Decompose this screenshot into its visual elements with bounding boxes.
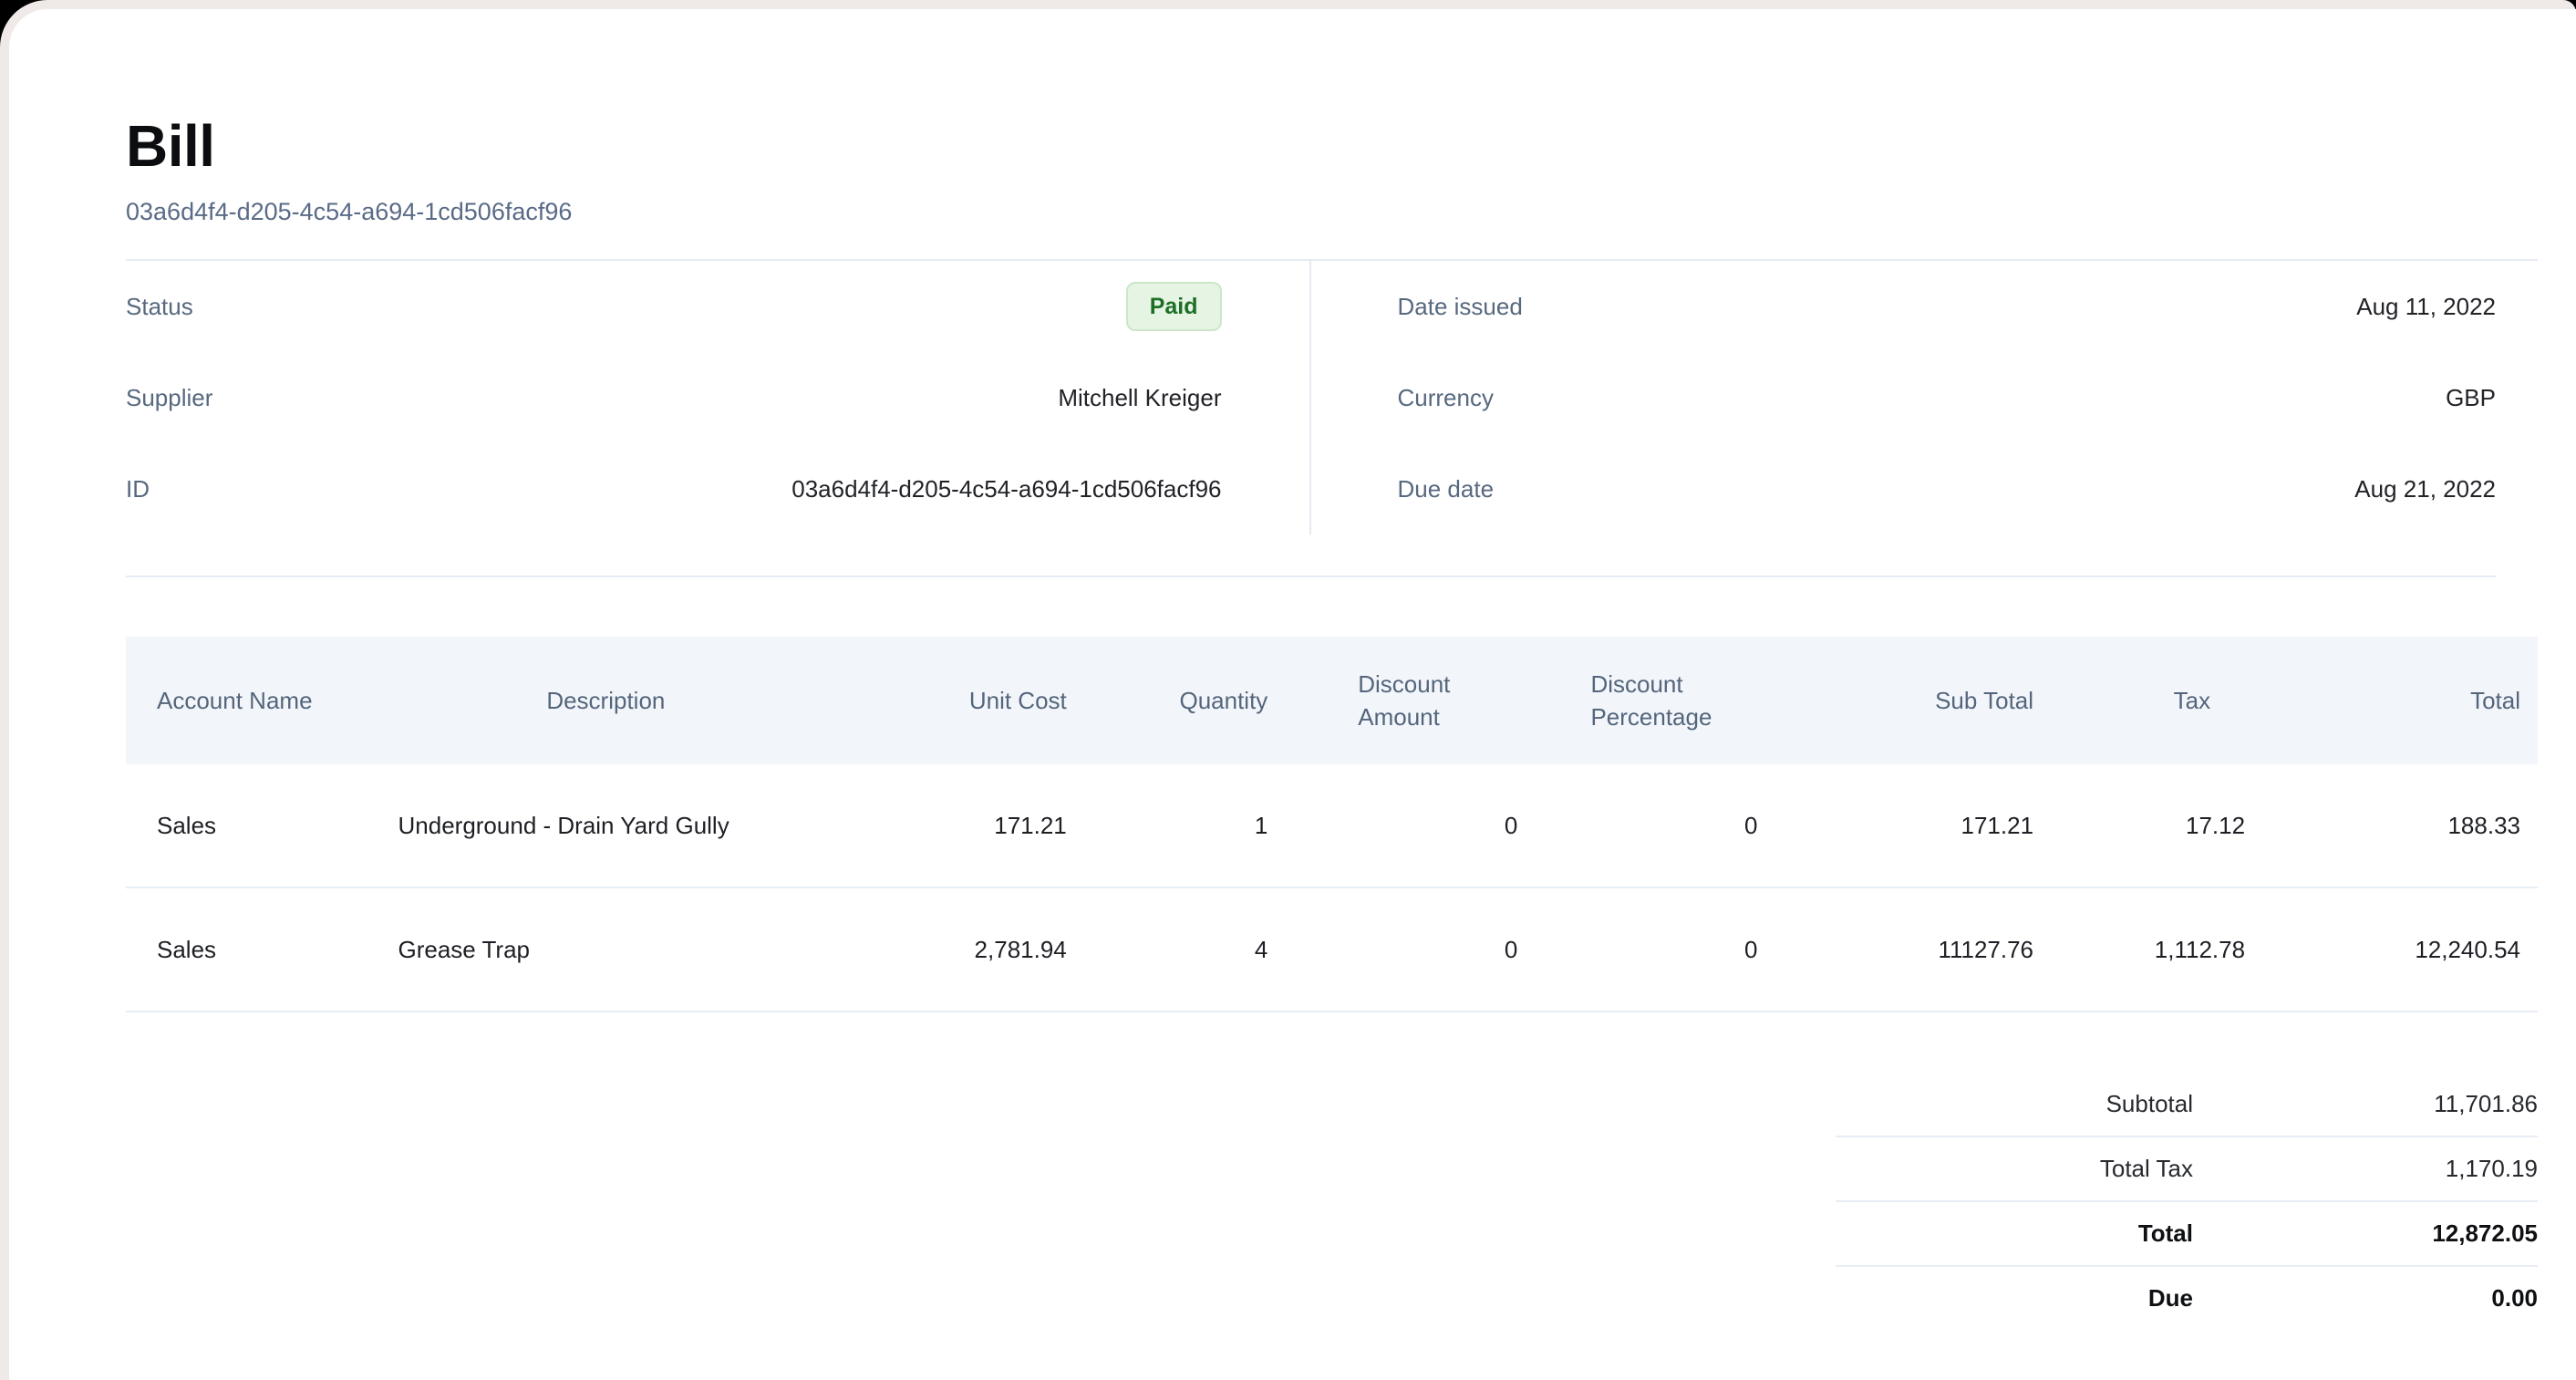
table-cell: 171.21 (1774, 764, 2049, 887)
bill-details: Status Paid Supplier Mitchell Kreiger ID 03a6… (126, 261, 2496, 534)
detail-row: Due date Aug 21, 2022 (1398, 443, 2497, 534)
totals-value: 0.00 (2193, 1284, 2538, 1313)
table-header-cell: Discount Amount (1278, 637, 1529, 764)
status-badge: Paid (1126, 282, 1222, 331)
detail-label: Supplier (126, 384, 212, 412)
bill-content: Bill 03a6d4f4-d205-4c54-a694-1cd506facf9… (9, 9, 2576, 1330)
table-cell: 12,240.54 (2265, 887, 2538, 1012)
table-header-cell: Description (367, 637, 845, 764)
table-row: SalesGrease Trap2,781.9440011127.761,112… (126, 887, 2538, 1012)
detail-label: Currency (1398, 384, 1494, 412)
totals-label: Due (1836, 1284, 2193, 1313)
totals-row: Due0.00 (1836, 1267, 2538, 1330)
table-cell: Sales (126, 764, 367, 887)
table-cell: 188.33 (2265, 764, 2538, 887)
table-header-cell: Tax (2048, 637, 2265, 764)
totals-value: 1,170.19 (2193, 1155, 2538, 1183)
details-right-column: Date issued Aug 11, 2022 Currency GBP Due da… (1311, 261, 2497, 534)
bill-id-subtitle: 03a6d4f4-d205-4c54-a694-1cd506facf96 (126, 197, 2538, 226)
screen: Bill 03a6d4f4-d205-4c54-a694-1cd506facf9… (0, 0, 2576, 1380)
table-header-cell: Unit Cost (844, 637, 1079, 764)
detail-value: Aug 11, 2022 (2356, 293, 2496, 321)
table-cell: 171.21 (844, 764, 1079, 887)
detail-label: Date issued (1398, 293, 1523, 321)
totals-summary: Subtotal11,701.86Total Tax1,170.19Total1… (1836, 1073, 2538, 1330)
window-frame: Bill 03a6d4f4-d205-4c54-a694-1cd506facf9… (0, 0, 2576, 1380)
detail-row: Currency GBP (1398, 352, 2497, 443)
totals-label: Total Tax (1836, 1155, 2193, 1183)
table-cell: Underground - Drain Yard Gully (367, 764, 845, 887)
details-left-column: Status Paid Supplier Mitchell Kreiger ID 03a6… (126, 261, 1311, 534)
table-header-cell-text: Discount Amount (1358, 668, 1450, 733)
table-row: SalesUnderground - Drain Yard Gully171.2… (126, 764, 2538, 887)
table-header-cell-text: Discount Percentage (1590, 668, 1712, 733)
table-header-cell: Sub Total (1774, 637, 2049, 764)
line-items-table: Account NameDescriptionUnit CostQuantity… (126, 637, 2538, 1012)
detail-value: GBP (2446, 384, 2496, 412)
detail-value: 03a6d4f4-d205-4c54-a694-1cd506facf96 (791, 475, 1221, 503)
table-cell: 1 (1079, 764, 1279, 887)
detail-value: Aug 21, 2022 (2354, 475, 2496, 503)
table-header-row: Account NameDescriptionUnit CostQuantity… (126, 637, 2538, 764)
table-cell: 17.12 (2048, 764, 2265, 887)
table-cell: 0 (1529, 764, 1773, 887)
table-header-cell: Discount Percentage (1529, 637, 1773, 764)
detail-label: Status (126, 293, 193, 321)
table-cell: 0 (1278, 764, 1529, 887)
detail-row: Status Paid (126, 261, 1222, 352)
detail-label: Due date (1398, 475, 1495, 503)
totals-row: Subtotal11,701.86 (1836, 1073, 2538, 1137)
totals-value: 11,701.86 (2193, 1090, 2538, 1118)
table-cell: 4 (1079, 887, 1279, 1012)
table-header-cell: Total (2265, 637, 2538, 764)
detail-row: ID 03a6d4f4-d205-4c54-a694-1cd506facf96 (126, 443, 1222, 534)
page-title: Bill (126, 117, 2538, 175)
detail-label: ID (126, 475, 150, 503)
details-divider (126, 576, 2496, 577)
totals-value: 12,872.05 (2193, 1219, 2538, 1248)
totals-row: Total12,872.05 (1836, 1202, 2538, 1267)
bill-page: Bill 03a6d4f4-d205-4c54-a694-1cd506facf9… (9, 9, 2576, 1380)
detail-value: Mitchell Kreiger (1058, 384, 1221, 412)
table-cell: Grease Trap (367, 887, 845, 1012)
table-cell: 2,781.94 (844, 887, 1079, 1012)
table-header-cell: Account Name (126, 637, 367, 764)
totals-label: Subtotal (1836, 1090, 2193, 1118)
table-header-cell: Quantity (1079, 637, 1279, 764)
totals-label: Total (1836, 1219, 2193, 1248)
totals-row: Total Tax1,170.19 (1836, 1137, 2538, 1202)
table-cell: 11127.76 (1774, 887, 2049, 1012)
detail-row: Supplier Mitchell Kreiger (126, 352, 1222, 443)
table-cell: 1,112.78 (2048, 887, 2265, 1012)
table-cell: 0 (1529, 887, 1773, 1012)
table-cell: 0 (1278, 887, 1529, 1012)
detail-row: Date issued Aug 11, 2022 (1398, 261, 2497, 352)
table-cell: Sales (126, 887, 367, 1012)
